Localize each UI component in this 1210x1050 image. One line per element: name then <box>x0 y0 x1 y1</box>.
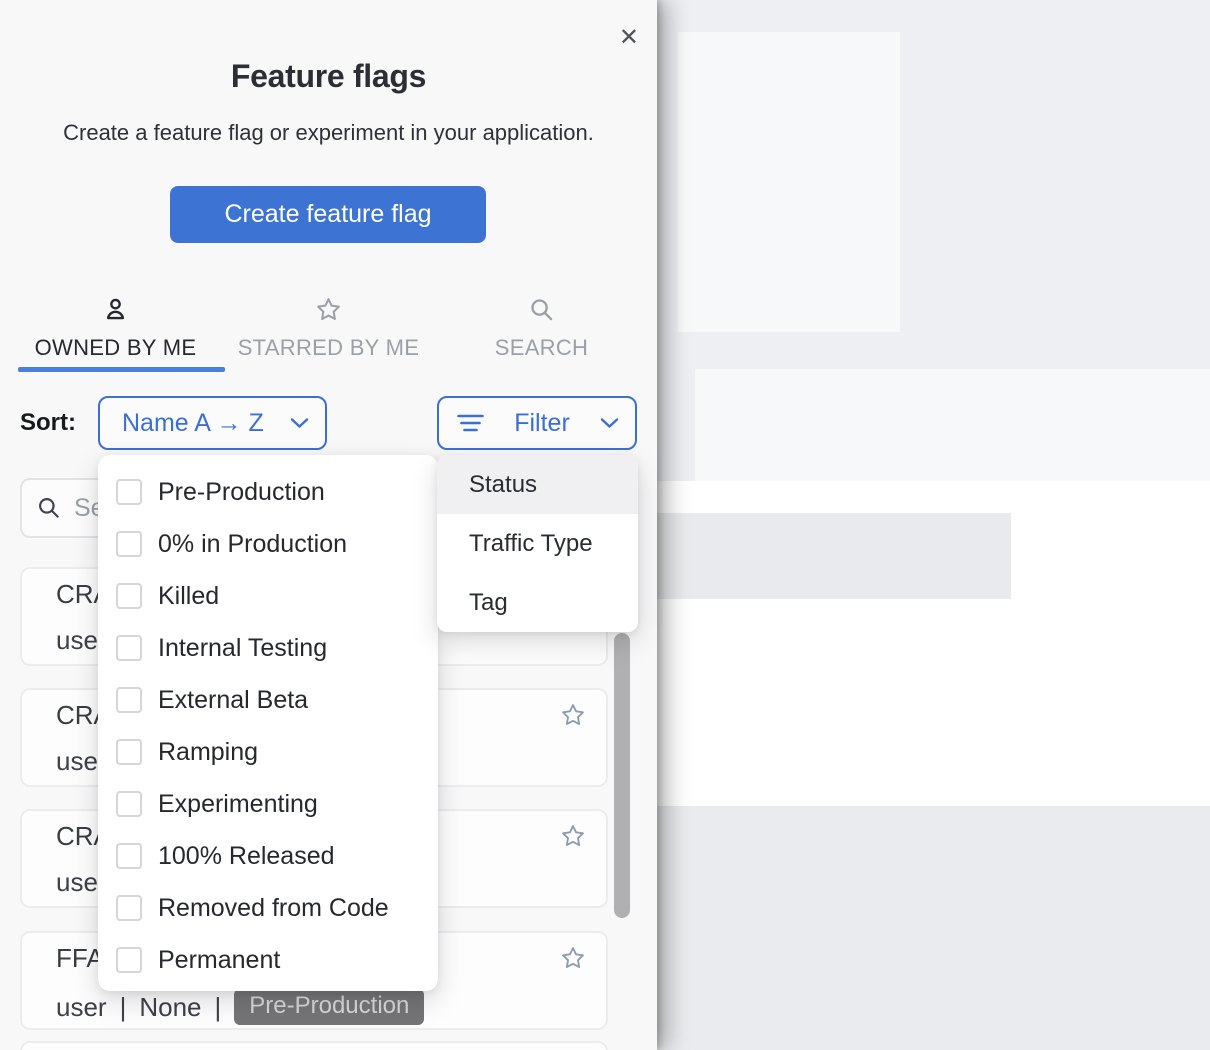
create-feature-flag-button[interactable]: Create feature flag <box>170 186 486 243</box>
checkbox[interactable] <box>116 583 142 609</box>
flag-traffic-type: None <box>139 992 201 1023</box>
checkbox[interactable] <box>116 895 142 921</box>
background-page <box>657 0 1210 1050</box>
meta-separator: | <box>215 992 222 1023</box>
status-option-label: Experimenting <box>158 790 318 819</box>
tab-search[interactable]: SEARCH <box>435 296 648 361</box>
active-tab-underline <box>18 367 225 372</box>
status-option[interactable]: 100% Released <box>98 830 438 882</box>
checkbox[interactable] <box>116 531 142 557</box>
star-icon[interactable] <box>560 945 586 971</box>
status-option[interactable]: Internal Testing <box>98 622 438 674</box>
status-filter-menu: Pre-Production 0% in Production Killed I… <box>98 455 438 991</box>
filter-option-status[interactable]: Status <box>437 455 638 514</box>
checkbox[interactable] <box>116 635 142 661</box>
flag-meta: user | None | Pre-Production <box>56 989 424 1025</box>
page-subtitle: Create a feature flag or experiment in y… <box>0 120 657 146</box>
tab-owned-by-me[interactable]: OWNED BY ME <box>9 296 222 361</box>
skeleton-block <box>657 513 1011 599</box>
checkbox[interactable] <box>116 947 142 973</box>
tab-label: OWNED BY ME <box>35 335 197 361</box>
screen: ✕ Feature flags Create a feature flag or… <box>0 0 1210 1050</box>
search-icon <box>36 495 62 521</box>
star-icon <box>315 296 342 328</box>
filter-dropdown[interactable]: Filter <box>437 396 637 450</box>
filter-option-traffic-type[interactable]: Traffic Type <box>437 514 638 573</box>
status-option[interactable]: Experimenting <box>98 778 438 830</box>
status-option-label: Permanent <box>158 946 280 975</box>
status-option-label: Pre-Production <box>158 478 325 507</box>
checkbox[interactable] <box>116 739 142 765</box>
tab-starred-by-me[interactable]: STARRED BY ME <box>222 296 435 361</box>
chevron-down-icon <box>290 417 309 429</box>
status-option-label: External Beta <box>158 686 308 715</box>
status-option-label: 100% Released <box>158 842 335 871</box>
sort-dropdown-value: Name A → Z <box>122 409 264 438</box>
filter-option-tag[interactable]: Tag <box>437 573 638 632</box>
filter-category-menu: Status Traffic Type Tag <box>437 455 638 632</box>
tab-label: SEARCH <box>495 335 589 361</box>
status-option[interactable]: Permanent <box>98 934 438 986</box>
person-icon <box>102 296 129 328</box>
close-icon[interactable]: ✕ <box>619 26 639 50</box>
status-option[interactable]: Pre-Production <box>98 466 438 518</box>
scrollbar-thumb[interactable] <box>614 633 630 918</box>
tab-bar: OWNED BY ME STARRED BY ME SEARCH <box>9 296 649 361</box>
filter-lines-icon <box>457 413 484 433</box>
status-option[interactable]: Ramping <box>98 726 438 778</box>
flag-traffic: user <box>56 992 107 1023</box>
checkbox[interactable] <box>116 843 142 869</box>
skeleton-block <box>695 369 1210 481</box>
flag-card[interactable] <box>20 1041 608 1050</box>
skeleton-block <box>678 32 900 332</box>
status-option[interactable]: External Beta <box>98 674 438 726</box>
checkbox[interactable] <box>116 687 142 713</box>
status-option-label: Removed from Code <box>158 894 389 923</box>
checkbox[interactable] <box>116 479 142 505</box>
skeleton-block <box>657 806 1210 1050</box>
sort-dropdown[interactable]: Name A → Z <box>98 396 327 450</box>
status-badge: Pre-Production <box>234 989 424 1025</box>
page-title: Feature flags <box>0 58 657 95</box>
star-icon[interactable] <box>560 823 586 849</box>
search-icon <box>528 296 555 328</box>
status-option-label: Internal Testing <box>158 634 327 663</box>
filter-dropdown-label: Filter <box>514 409 570 438</box>
status-option[interactable]: 0% in Production <box>98 518 438 570</box>
sort-label: Sort: <box>20 409 76 437</box>
status-option[interactable]: Killed <box>98 570 438 622</box>
checkbox[interactable] <box>116 791 142 817</box>
star-icon[interactable] <box>560 702 586 728</box>
status-option-label: Ramping <box>158 738 258 767</box>
meta-separator: | <box>120 992 127 1023</box>
chevron-down-icon <box>600 417 619 429</box>
tab-label: STARRED BY ME <box>238 335 420 361</box>
status-option-label: 0% in Production <box>158 530 347 559</box>
status-option-label: Killed <box>158 582 219 611</box>
status-option[interactable]: Removed from Code <box>98 882 438 934</box>
